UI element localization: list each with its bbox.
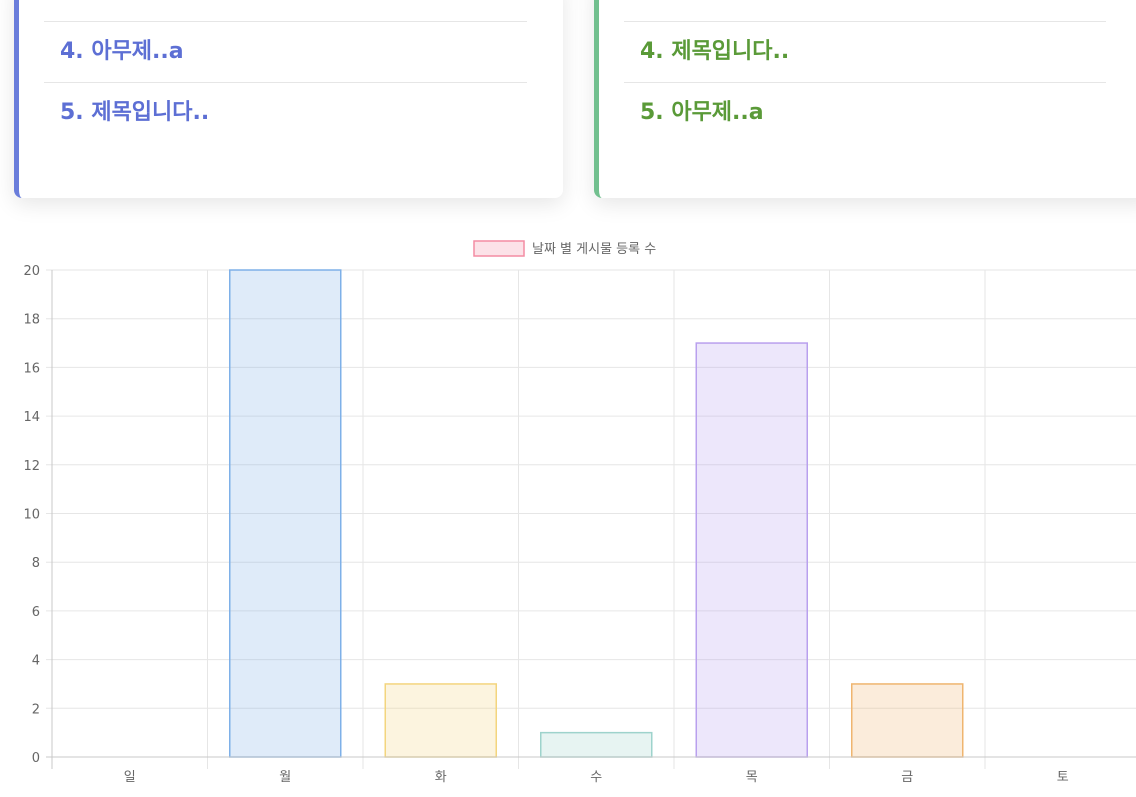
y-tick-label: 16 (23, 361, 40, 376)
bar-2[interactable] (384, 683, 497, 758)
y-tick-label: 14 (23, 410, 40, 425)
post-item[interactable]: 4. 제목입니다.. (624, 22, 1106, 83)
legend-swatch (473, 240, 525, 257)
y-tick-label: 2 (32, 702, 40, 717)
x-tick-label: 금 (901, 770, 913, 785)
x-tick-label: 수 (590, 770, 602, 785)
y-tick-label: 4 (32, 654, 40, 669)
x-tick-label: 토 (1057, 770, 1069, 785)
recent-posts-card: 3. 안녕하세요 4. 아무제..a 5. 제목입니다.. (14, 0, 563, 198)
bar-1[interactable] (229, 269, 342, 758)
y-tick-label: 18 (23, 313, 40, 328)
post-item[interactable]: 5. 제목입니다.. (44, 83, 527, 143)
y-tick-label: 10 (23, 508, 40, 523)
bar-4[interactable] (695, 342, 808, 758)
popular-posts-card: 3. 게시판 기능이 추가됩니다 4. 제목입니다.. 5. 아무제..a (594, 0, 1136, 198)
legend-label: 날짜 별 게시물 등록 수 (532, 242, 656, 257)
x-tick-label: 화 (435, 770, 447, 785)
y-tick-label: 6 (32, 605, 40, 620)
post-list: 3. 게시판 기능이 추가됩니다 4. 제목입니다.. 5. 아무제..a (624, 0, 1106, 143)
x-tick-label: 월 (279, 770, 291, 785)
post-item[interactable]: 3. 게시판 기능이 추가됩니다 (624, 0, 1106, 22)
x-tick-label: 일 (124, 770, 136, 785)
chart-legend[interactable]: 날짜 별 게시물 등록 수 (473, 240, 656, 257)
bar-3[interactable] (540, 731, 653, 758)
chart-grid (46, 269, 1136, 769)
post-list: 3. 안녕하세요 4. 아무제..a 5. 제목입니다.. (44, 0, 527, 143)
posts-by-day-chart: 날짜 별 게시물 등록 수 0 2 4 6 8 10 12 14 16 18 20 일 월 화 수 목 금 토 (23, 240, 1136, 785)
chart-axes: 0 2 4 6 8 10 12 14 16 18 20 일 월 화 수 목 금 토 (23, 264, 1136, 785)
y-tick-label: 12 (23, 459, 40, 474)
bar-5[interactable] (851, 683, 964, 758)
x-tick-label: 목 (746, 770, 758, 785)
post-item[interactable]: 5. 아무제..a (624, 83, 1106, 143)
y-tick-label: 20 (23, 264, 40, 279)
post-item[interactable]: 4. 아무제..a (44, 22, 527, 83)
y-tick-label: 8 (32, 556, 40, 571)
y-tick-label: 0 (32, 751, 40, 766)
post-item[interactable]: 3. 안녕하세요 (44, 0, 527, 22)
